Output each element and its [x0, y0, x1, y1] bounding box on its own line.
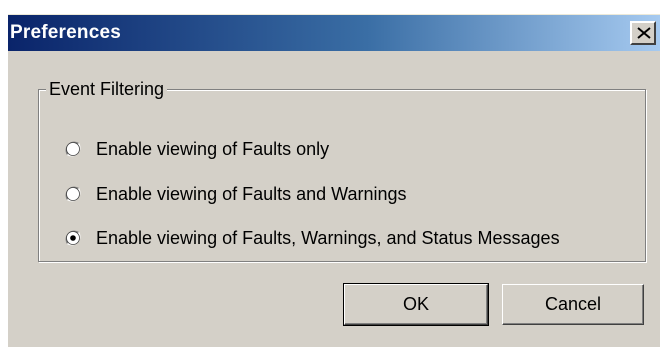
- close-icon: [637, 27, 651, 39]
- radio-faults-and-warnings[interactable]: Enable viewing of Faults and Warnings: [64, 181, 407, 207]
- radio-button-selected-icon[interactable]: [64, 229, 82, 247]
- cancel-button[interactable]: Cancel: [502, 284, 644, 325]
- radio-faults-warnings-status[interactable]: Enable viewing of Faults, Warnings, and …: [64, 225, 560, 251]
- radio-label-faults-only: Enable viewing of Faults only: [96, 138, 330, 159]
- event-filtering-legend: Event Filtering: [46, 78, 168, 100]
- close-button[interactable]: [630, 21, 656, 45]
- ok-button[interactable]: OK: [343, 283, 489, 326]
- radio-button-icon[interactable]: [64, 185, 82, 203]
- radio-label-faults-and-warnings: Enable viewing of Faults and Warnings: [96, 183, 407, 204]
- radio-faults-only[interactable]: Enable viewing of Faults only: [64, 136, 329, 162]
- radio-label-faults-warnings-status: Enable viewing of Faults, Warnings, and …: [96, 227, 560, 248]
- title-bar[interactable]: Preferences: [8, 15, 660, 51]
- window-title: Preferences: [10, 22, 121, 43]
- radio-button-icon[interactable]: [64, 140, 82, 158]
- preferences-dialog: Preferences Event Filtering Enable viewi…: [8, 14, 660, 347]
